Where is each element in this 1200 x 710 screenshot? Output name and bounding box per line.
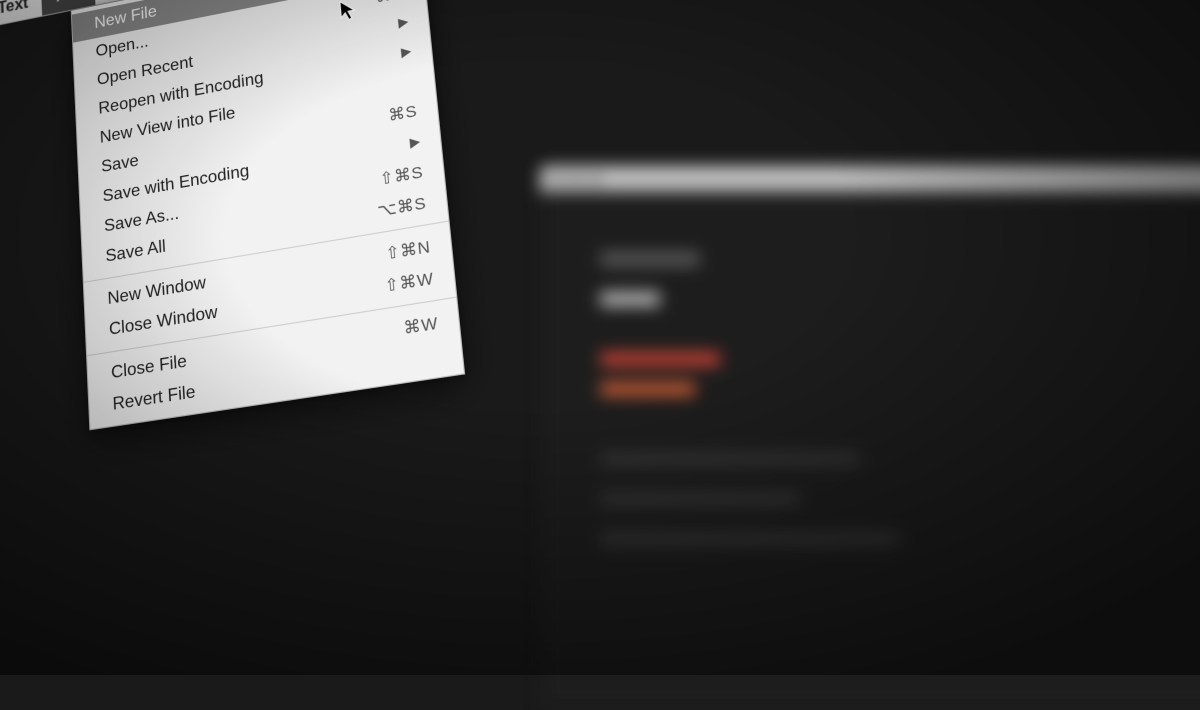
menu-item-shortcut: ⇧⌘W [384,268,435,296]
file-menu-dropdown: New File ⌘N Open... ⌘O Open Recent ▶ Reo… [71,0,465,430]
menu-item-label: Save [101,152,139,178]
menu-item-shortcut: ⌘S [388,101,418,126]
menu-item-shortcut: ⇧⌘S [379,162,424,189]
submenu-arrow-icon: ▶ [400,43,412,60]
submenu-arrow-icon: ▶ [409,133,421,150]
menu-item-shortcut: ⌘O [375,0,407,7]
menu-item-shortcut: ⇧⌘N [385,236,432,264]
submenu-arrow-icon: ▶ [398,14,409,31]
menubar-app-name[interactable]: Sublime Text [0,0,43,40]
menu-item-label: Save All [105,237,166,267]
background-editor-window [540,190,1200,710]
menu-item-shortcut: ⌘W [403,313,439,339]
menu-item-label: Revert File [112,382,196,415]
menu-item-shortcut: ⌥⌘S [376,193,427,221]
